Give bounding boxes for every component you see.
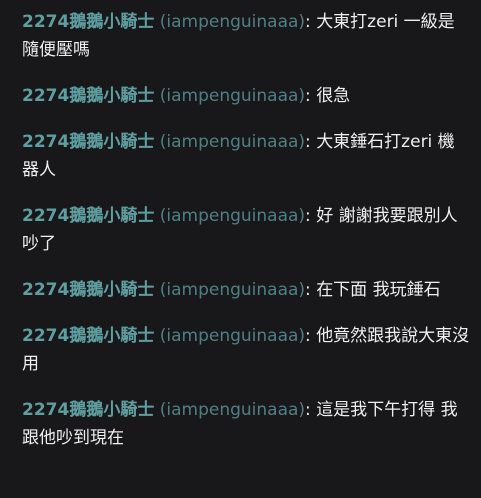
chat-message: 2274鵝鵝小騎士 (iampenguinaaa): 大東打zeri 一級是隨便… — [22, 8, 471, 64]
chat-message-text: 很急 — [316, 86, 351, 106]
chat-message-text: 在下面 我玩錘石 — [316, 280, 441, 300]
chat-username[interactable]: 2274鵝鵝小騎士 — [22, 280, 154, 300]
chat-login-name[interactable]: (iampenguinaaa) — [160, 280, 305, 300]
chat-separator: : — [305, 132, 311, 152]
chat-login-name[interactable]: (iampenguinaaa) — [160, 132, 305, 152]
chat-separator: : — [305, 280, 311, 300]
chat-separator: : — [305, 12, 311, 32]
chat-message-list[interactable]: 2274鵝鵝小騎士 (iampenguinaaa): 大東打zeri 一級是隨便… — [0, 0, 481, 452]
chat-separator: : — [305, 206, 311, 226]
chat-login-name[interactable]: (iampenguinaaa) — [160, 12, 305, 32]
chat-login-name[interactable]: (iampenguinaaa) — [160, 326, 305, 346]
chat-separator: : — [305, 326, 311, 346]
chat-message: 2274鵝鵝小騎士 (iampenguinaaa): 這是我下午打得 我跟他吵到… — [22, 396, 471, 452]
chat-login-name[interactable]: (iampenguinaaa) — [160, 206, 305, 226]
chat-message: 2274鵝鵝小騎士 (iampenguinaaa): 在下面 我玩錘石 — [22, 276, 471, 304]
chat-username[interactable]: 2274鵝鵝小騎士 — [22, 206, 154, 226]
chat-message: 2274鵝鵝小騎士 (iampenguinaaa): 很急 — [22, 82, 471, 110]
chat-login-name[interactable]: (iampenguinaaa) — [160, 86, 305, 106]
chat-message: 2274鵝鵝小騎士 (iampenguinaaa): 好 謝謝我要跟別人吵了 — [22, 202, 471, 258]
chat-separator: : — [305, 400, 311, 420]
chat-username[interactable]: 2274鵝鵝小騎士 — [22, 326, 154, 346]
chat-message: 2274鵝鵝小騎士 (iampenguinaaa): 大東錘石打zeri 機器人 — [22, 128, 471, 184]
chat-username[interactable]: 2274鵝鵝小騎士 — [22, 86, 154, 106]
chat-username[interactable]: 2274鵝鵝小騎士 — [22, 400, 154, 420]
chat-username[interactable]: 2274鵝鵝小騎士 — [22, 132, 154, 152]
chat-username[interactable]: 2274鵝鵝小騎士 — [22, 12, 154, 32]
chat-message: 2274鵝鵝小騎士 (iampenguinaaa): 他竟然跟我說大東沒用 — [22, 322, 471, 378]
chat-login-name[interactable]: (iampenguinaaa) — [160, 400, 305, 420]
chat-separator: : — [305, 86, 311, 106]
